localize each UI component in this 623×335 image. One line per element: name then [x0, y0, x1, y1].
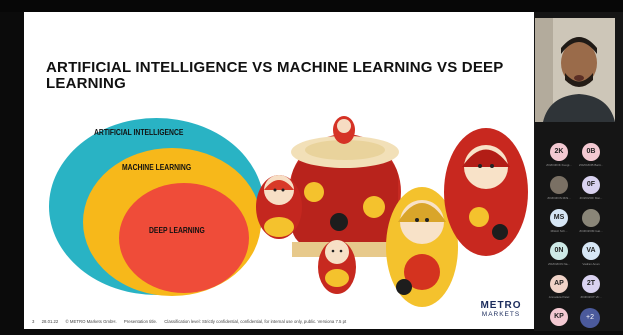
- ai-label: ARTIFICIAL INTELLIGENCE: [94, 128, 184, 137]
- classification-note: Classification level: Strictly confident…: [164, 319, 347, 324]
- participant-avatar: AP: [550, 275, 568, 293]
- speaker-video[interactable]: [535, 18, 615, 122]
- participant-name: ZOZOZOB Barti...: [578, 163, 603, 167]
- presentation-slide: ARTIFICIAL INTELLIGENCE VS MACHINE LEARN…: [24, 12, 534, 329]
- dl-label: DEEP LEARNING: [149, 226, 205, 235]
- participant-tile[interactable]: ZOZOZOM Gat...: [573, 206, 609, 236]
- presentation-title: Presentation title.: [123, 319, 158, 324]
- participant-tile[interactable]: 2K ZOZOZOK Kuogi...: [541, 140, 577, 170]
- slide-title: ARTIFICIAL INTELLIGENCE VS MACHINE LEARN…: [46, 59, 504, 92]
- participant-tile[interactable]: MS MIHAI Sch...: [541, 206, 577, 236]
- participant-avatar: MS: [550, 209, 568, 227]
- participant-avatar: 0N: [550, 242, 568, 260]
- participant-avatar: [582, 209, 600, 227]
- participant-tile[interactable]: ZOZOZOS Mihi...: [541, 173, 577, 203]
- matryoshka-dolls-image: [256, 116, 528, 307]
- participant-name: ZOZOZOM Gat...: [579, 229, 603, 233]
- participant-name: ZOZOZOT Vir...: [580, 295, 602, 299]
- speaker-video-frame: [535, 18, 615, 122]
- participant-tile[interactable]: 0N ZOZOZON Na...: [541, 239, 577, 269]
- participant-avatar: [550, 176, 568, 194]
- participant-tile[interactable]: 2T ZOZOZOT Vir...: [573, 272, 609, 302]
- participant-name: Vadran Anan: [582, 262, 600, 266]
- participant-name: MIHAI Sch...: [550, 229, 568, 233]
- participant-tile[interactable]: VA Vadran Anan: [573, 239, 609, 269]
- participant-name: ZOZOZOS Mihi...: [547, 196, 571, 200]
- company-name: © METRO Markets GmbH.: [65, 319, 117, 324]
- participant-avatar: KP: [550, 308, 568, 326]
- participant-tile[interactable]: 0F ZOZOZOF Mat...: [573, 173, 609, 203]
- participant-avatar: VA: [582, 242, 600, 260]
- participant-tile[interactable]: AP Annadeta Patel: [541, 272, 577, 302]
- participant-tile[interactable]: 0B ZOZOZOB Barti...: [573, 140, 609, 170]
- participant-name: ZOZOZOF Mat...: [579, 196, 603, 200]
- participant-avatar: 2T: [582, 275, 600, 293]
- participant-avatar: 2K: [550, 143, 568, 161]
- dl-circle: [119, 183, 249, 293]
- participant-avatar: 0B: [582, 143, 600, 161]
- participant-name: Annadeta Patel: [548, 295, 570, 299]
- participant-name: ZOZOZOK Kuogi...: [546, 163, 572, 167]
- page-number: 3: [32, 319, 35, 324]
- more-participants-button[interactable]: +2: [580, 308, 600, 328]
- participant-avatar: 0F: [582, 176, 600, 194]
- ml-label: MACHINE LEARNING: [122, 163, 192, 172]
- metro-markets-logo: METRO MARKETS: [480, 300, 522, 319]
- slide-date: 28.01.22: [41, 319, 59, 324]
- top-bar: [0, 0, 623, 12]
- slide-footer: 3 28.01.22 © METRO Markets GmbH. Present…: [32, 319, 352, 324]
- participant-name: ZOZOZON Na...: [548, 262, 570, 266]
